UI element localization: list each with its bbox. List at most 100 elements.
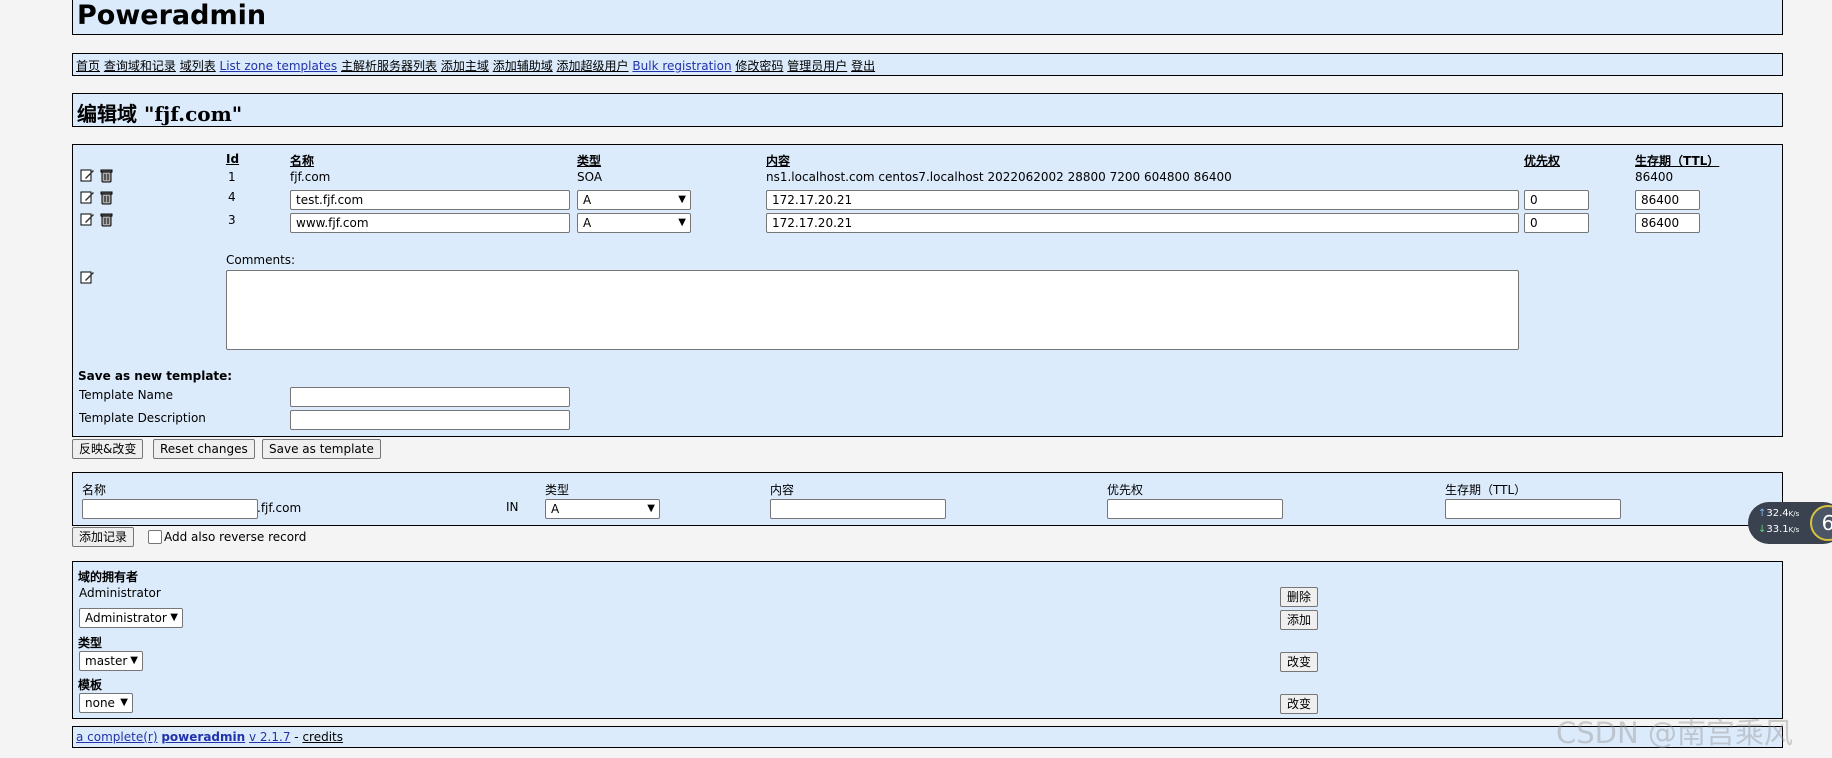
- page-title: 编辑域 "fjf.com": [77, 102, 243, 126]
- records-panel: Id 名称 类型 内容 优先权 生存期（TTL） 1 fjf.com SOA n…: [72, 144, 1783, 437]
- record-name-input[interactable]: test.fjf.com: [290, 190, 570, 210]
- owner-heading: 域的拥有者: [78, 570, 139, 584]
- download-speed: 33.1: [1766, 524, 1789, 535]
- delete-icon[interactable]: [99, 212, 114, 227]
- chevron-down-icon: ▼: [120, 697, 128, 708]
- template-name-label: Template Name: [79, 388, 173, 402]
- add-type-label: 类型: [545, 483, 570, 497]
- upload-speed: 32.4: [1766, 508, 1789, 519]
- edit-icon[interactable]: [80, 212, 95, 227]
- record-priority-input[interactable]: 0: [1524, 213, 1589, 233]
- nav-supermasters[interactable]: 主解析服务器列表: [341, 59, 437, 73]
- speed-badge: 6: [1810, 505, 1832, 541]
- add-content-label: 内容: [770, 483, 795, 497]
- comments-label: Comments:: [226, 253, 296, 267]
- nav-add-supermaster[interactable]: 添加超级用户: [557, 59, 629, 73]
- record-type-select[interactable]: A ▼: [577, 213, 691, 233]
- nav-zone-templates[interactable]: List zone templates: [220, 59, 338, 73]
- zone-template-select[interactable]: none ▼: [79, 693, 133, 713]
- footer-separator: -: [294, 730, 299, 744]
- footer-link-complete[interactable]: a complete(r): [76, 730, 158, 744]
- col-priority[interactable]: 优先权: [1524, 152, 1560, 169]
- nav-logout[interactable]: 登出: [851, 59, 875, 73]
- add-name-suffix: .fjf.com: [257, 501, 302, 515]
- zone-type-heading: 类型: [78, 636, 103, 650]
- add-record-panel: 名称 .fjf.com IN 类型 A ▼ 内容 优先权 生存期（TTL）: [72, 472, 1783, 526]
- template-desc-label: Template Description: [79, 411, 206, 425]
- record-priority-input[interactable]: 0: [1524, 190, 1589, 210]
- zone-type-change-button[interactable]: 改变: [1280, 652, 1319, 672]
- record-content: ns1.localhost.com centos7.localhost 2022…: [766, 170, 1232, 184]
- record-name-input[interactable]: www.fjf.com: [290, 213, 570, 233]
- add-name-input[interactable]: [82, 499, 258, 519]
- nav-change-password[interactable]: 修改密码: [735, 59, 783, 73]
- delete-icon[interactable]: [99, 190, 114, 205]
- delete-icon[interactable]: [99, 168, 114, 183]
- reverse-record-checkbox[interactable]: [148, 530, 162, 544]
- record-ttl: 86400: [1635, 170, 1674, 184]
- record-ttl-input[interactable]: 86400: [1635, 213, 1700, 233]
- network-speed-widget: ↑32.4K/s ↓33.1K/s 6: [1748, 502, 1832, 544]
- record-id: 3: [228, 213, 236, 227]
- add-content-input[interactable]: [770, 499, 946, 519]
- footer-brand-link[interactable]: poweradmin: [161, 730, 245, 744]
- record-content-input[interactable]: 172.17.20.21: [766, 190, 1519, 210]
- chevron-down-icon: ▼: [170, 612, 178, 623]
- record-name: fjf.com: [290, 170, 331, 184]
- nav-search[interactable]: 查询域和记录: [104, 59, 176, 73]
- template-desc-input[interactable]: [290, 410, 570, 430]
- add-ttl-input[interactable]: [1445, 499, 1621, 519]
- record-id: 1: [228, 170, 236, 184]
- add-class: IN: [506, 500, 519, 514]
- save-template-button[interactable]: Save as template: [262, 439, 381, 459]
- col-name[interactable]: 名称: [290, 152, 314, 169]
- owner-current: Administrator: [79, 586, 161, 600]
- record-ttl-input[interactable]: 86400: [1635, 190, 1700, 210]
- chevron-down-icon: ▼: [647, 503, 655, 514]
- nav-add-slave[interactable]: 添加辅助域: [493, 59, 553, 73]
- edit-icon[interactable]: [80, 190, 95, 205]
- page-title-bar: 编辑域 "fjf.com": [72, 93, 1783, 127]
- footer-credits-link[interactable]: credits: [302, 730, 343, 744]
- record-content-input[interactable]: 172.17.20.21: [766, 213, 1519, 233]
- record-type-select[interactable]: A ▼: [577, 190, 691, 210]
- add-priority-label: 优先权: [1107, 483, 1144, 497]
- add-ttl-label: 生存期（TTL）: [1445, 483, 1527, 497]
- col-content[interactable]: 内容: [766, 152, 790, 169]
- owner-add-button[interactable]: 添加: [1280, 610, 1319, 630]
- nav-bulk-registration[interactable]: Bulk registration: [632, 59, 731, 73]
- record-id: 4: [228, 190, 236, 204]
- col-id[interactable]: Id: [226, 152, 239, 166]
- nav-add-master[interactable]: 添加主域: [441, 59, 489, 73]
- chevron-down-icon: ▼: [678, 217, 686, 228]
- col-type[interactable]: 类型: [577, 152, 601, 169]
- nav-zone-list[interactable]: 域列表: [180, 59, 216, 73]
- edit-icon[interactable]: [80, 168, 95, 183]
- zone-template-heading: 模板: [78, 678, 103, 692]
- owner-delete-button[interactable]: 删除: [1280, 587, 1319, 607]
- watermark: CSDN @南宫乘风: [1556, 716, 1793, 750]
- nav-users[interactable]: 管理员用户: [787, 59, 847, 73]
- chevron-down-icon: ▼: [678, 194, 686, 205]
- zone-template-change-button[interactable]: 改变: [1280, 694, 1319, 714]
- record-type: SOA: [577, 170, 603, 184]
- add-name-label: 名称: [82, 483, 107, 497]
- template-name-input[interactable]: [290, 387, 570, 407]
- col-ttl[interactable]: 生存期（TTL）: [1635, 152, 1719, 169]
- footer-version-link[interactable]: v 2.1.7: [249, 730, 290, 744]
- app-header: Poweradmin: [72, 0, 1783, 35]
- app-title: Poweradmin: [77, 0, 267, 31]
- add-type-select[interactable]: A ▼: [545, 499, 660, 519]
- nav-home[interactable]: 首页: [76, 59, 100, 73]
- reset-button[interactable]: Reset changes: [153, 439, 255, 459]
- edit-comment-icon[interactable]: [80, 270, 95, 285]
- add-priority-input[interactable]: [1107, 499, 1283, 519]
- commit-button[interactable]: 反映&改变: [72, 439, 144, 459]
- owner-panel: 域的拥有者 Administrator Administrator ▼ 删除 添加…: [72, 561, 1783, 719]
- template-heading: Save as new template:: [78, 369, 233, 383]
- add-record-button[interactable]: 添加记录: [72, 527, 135, 547]
- owner-select[interactable]: Administrator ▼: [79, 608, 183, 628]
- zone-type-select[interactable]: master ▼: [79, 651, 143, 671]
- comments-textarea[interactable]: [226, 270, 1519, 350]
- chevron-down-icon: ▼: [130, 655, 138, 666]
